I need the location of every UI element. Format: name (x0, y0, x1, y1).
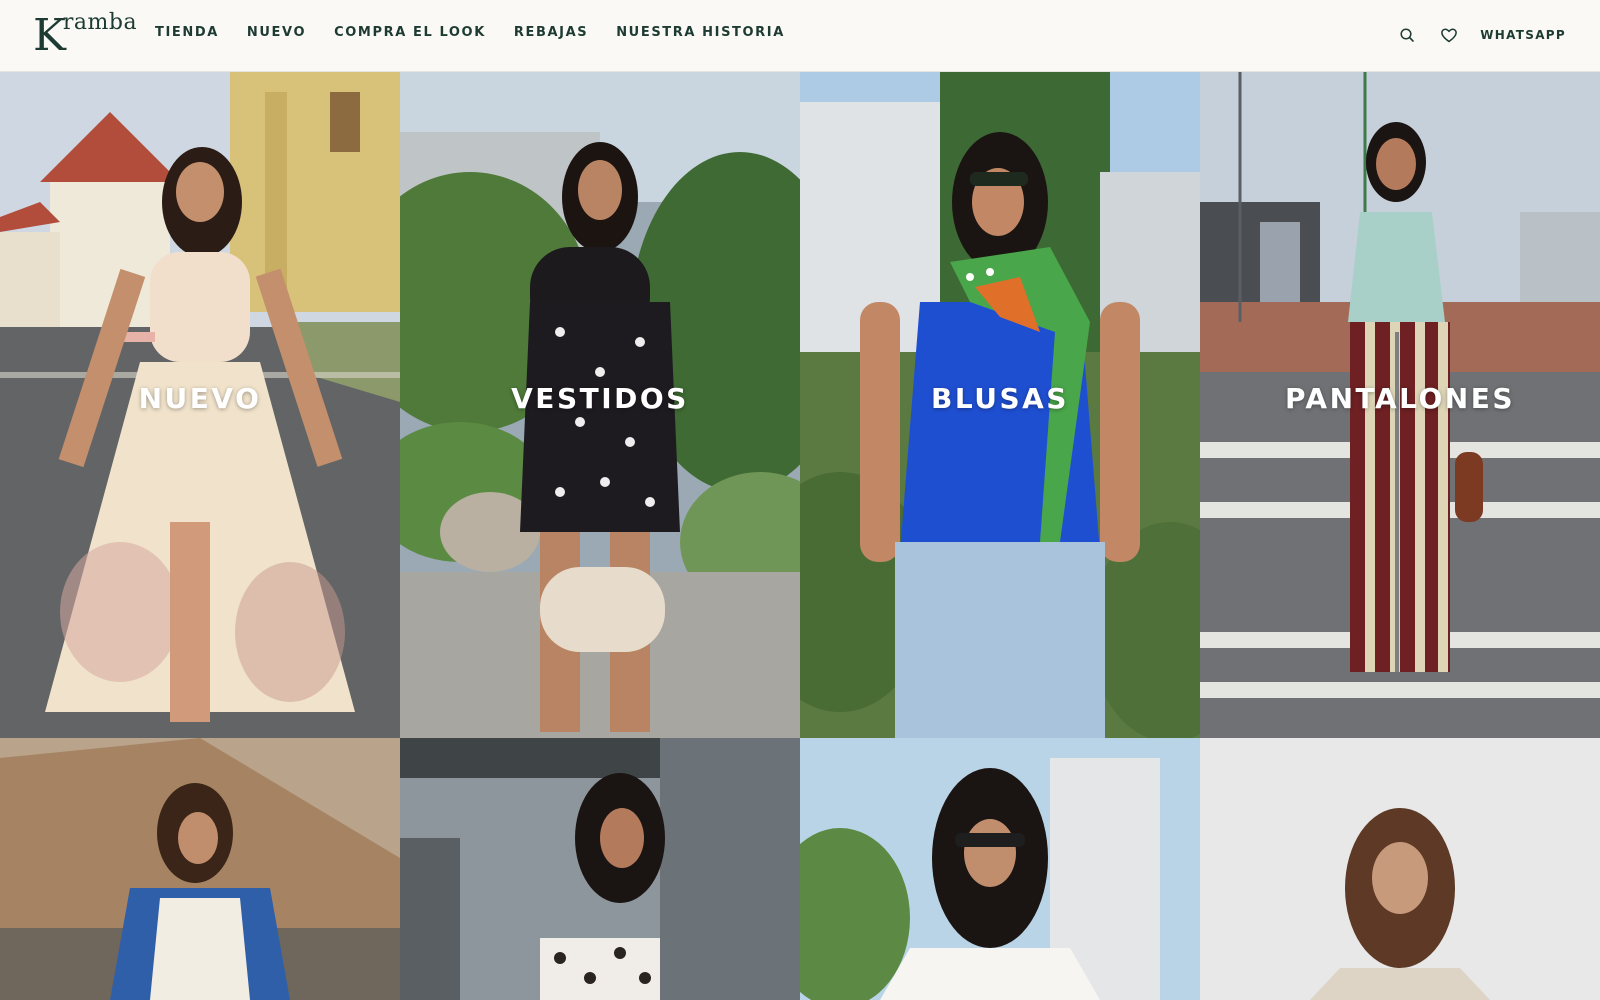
lifestyle-photo-7 (800, 738, 1200, 1000)
site-header: K ramba TIENDA NUEVO COMPRA EL LOOK REBA… (0, 0, 1600, 72)
lifestyle-photo-5 (0, 738, 400, 1000)
category-grid: NUEVO VESTIDOS BLUSAS PANTALONES (0, 72, 1600, 1000)
lifestyle-photo-8 (1200, 738, 1600, 1000)
nav-item-nuevo[interactable]: NUEVO (247, 25, 306, 40)
category-tile-nuevo[interactable]: NUEVO (0, 72, 400, 738)
photo-tile-6[interactable] (400, 738, 800, 1000)
category-label-blusas: BLUSAS (931, 382, 1069, 415)
category-label-vestidos: VESTIDOS (511, 382, 689, 415)
category-label-pantalones: PANTALONES (1284, 382, 1516, 415)
search-icon[interactable] (1394, 22, 1420, 48)
header-tools: WHATSAPP (1378, 22, 1566, 48)
logo-wordmark: ramba (62, 10, 138, 35)
category-label-nuevo: NUEVO (138, 382, 262, 415)
logo-initial: K (33, 10, 66, 61)
photo-tile-5[interactable] (0, 738, 400, 1000)
category-tile-blusas[interactable]: BLUSAS (800, 72, 1200, 738)
nav-item-compra-el-look[interactable]: COMPRA EL LOOK (334, 25, 486, 40)
photo-tile-8[interactable] (1200, 738, 1600, 1000)
whatsapp-link[interactable]: WHATSAPP (1480, 28, 1566, 42)
brand-logo[interactable]: K ramba (33, 10, 137, 61)
main-navigation: TIENDA NUEVO COMPRA EL LOOK REBAJAS NUES… (155, 25, 813, 40)
nav-item-nuestra-historia[interactable]: NUESTRA HISTORIA (616, 25, 785, 40)
heart-icon[interactable] (1436, 22, 1462, 48)
photo-tile-7[interactable] (800, 738, 1200, 1000)
category-tile-pantalones[interactable]: PANTALONES (1200, 72, 1600, 738)
lifestyle-photo-6 (400, 738, 800, 1000)
nav-item-tienda[interactable]: TIENDA (155, 25, 219, 40)
nav-item-rebajas[interactable]: REBAJAS (514, 25, 588, 40)
category-tile-vestidos[interactable]: VESTIDOS (400, 72, 800, 738)
